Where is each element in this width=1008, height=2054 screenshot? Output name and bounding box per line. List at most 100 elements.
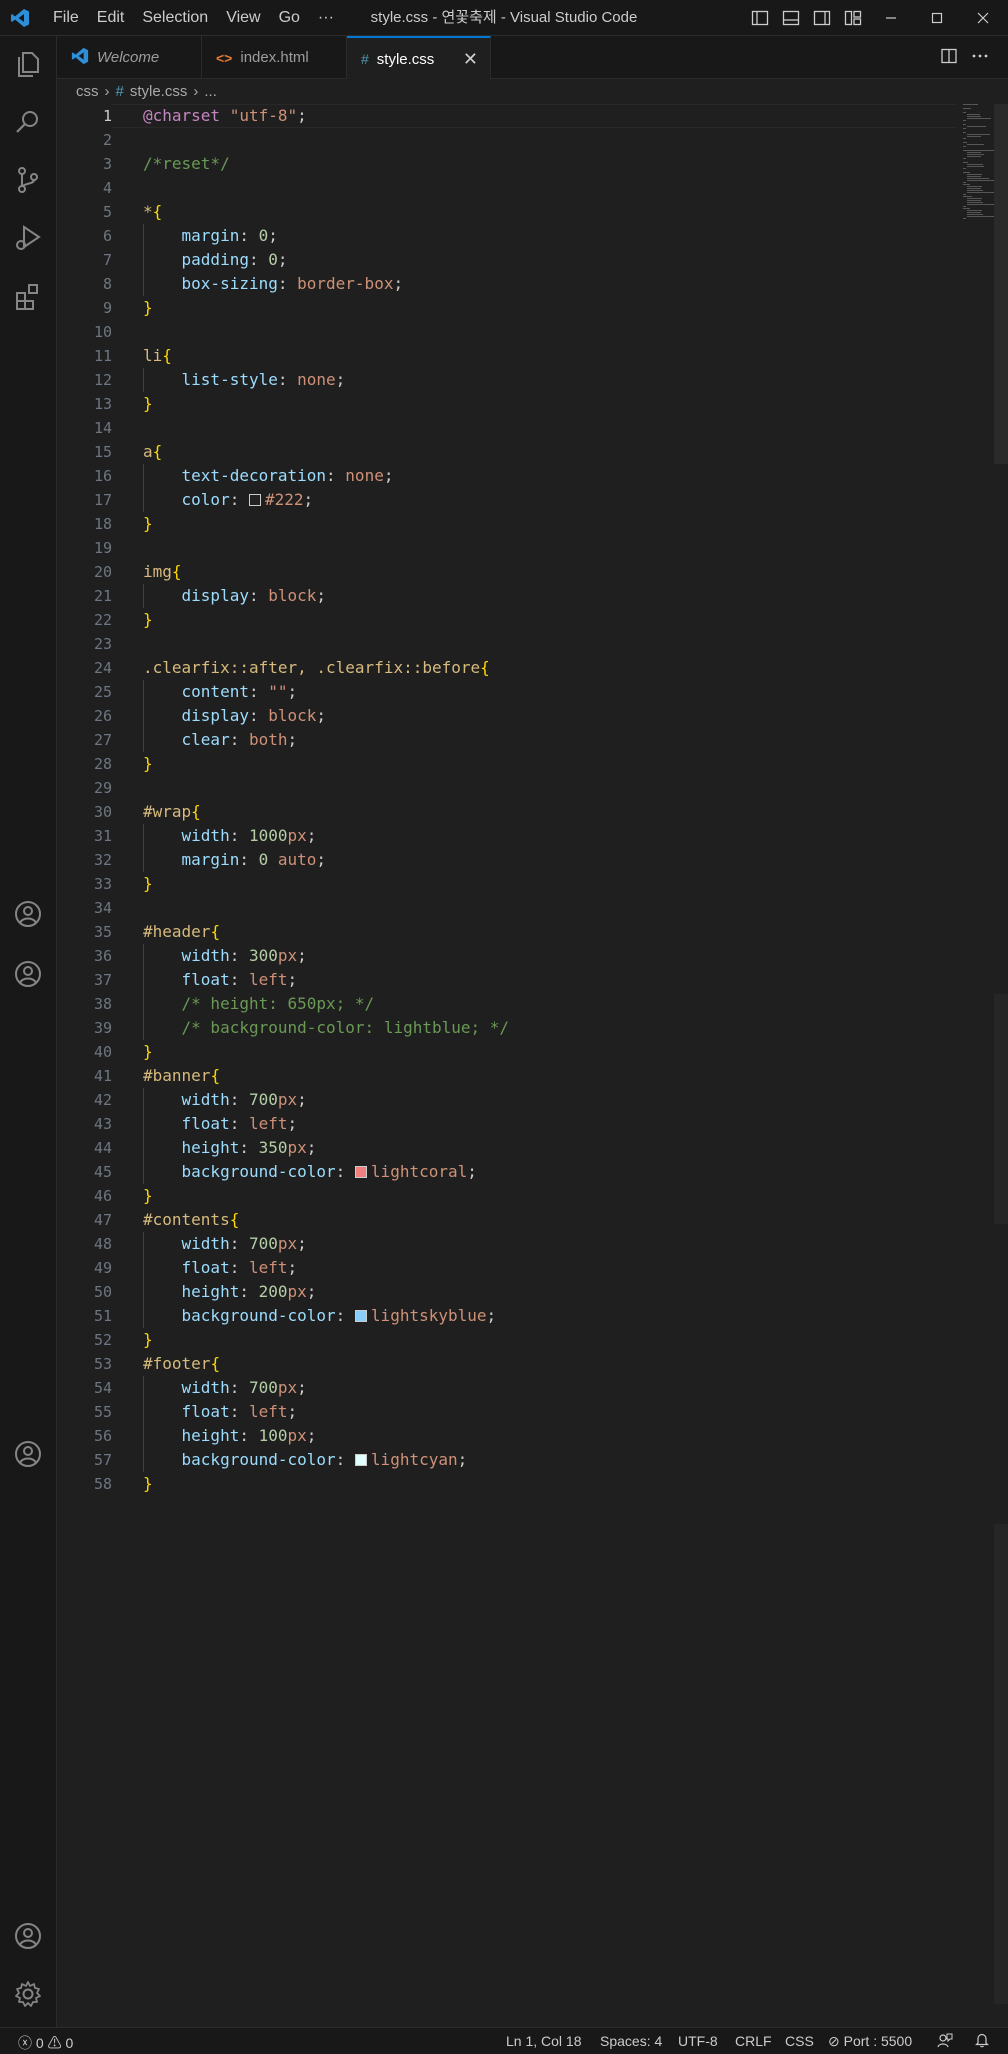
code-line[interactable]: #footer{	[143, 1352, 943, 1376]
code-line[interactable]	[143, 632, 943, 656]
code-line[interactable]: float: left;	[143, 1112, 943, 1136]
code-line[interactable]	[143, 776, 943, 800]
menu-view[interactable]: View	[217, 9, 269, 27]
code-line[interactable]: img{	[143, 560, 943, 584]
code-line[interactable]: padding: 0;	[143, 248, 943, 272]
account-icon-2[interactable]	[12, 958, 44, 990]
account-icon[interactable]	[12, 898, 44, 930]
menu-go[interactable]: Go	[270, 9, 309, 27]
code-line[interactable]: #header{	[143, 920, 943, 944]
customize-layout-icon[interactable]	[843, 8, 863, 28]
color-swatch[interactable]	[354, 1454, 367, 1466]
feedback-icon[interactable]	[937, 2032, 953, 2051]
code-line[interactable]	[143, 536, 943, 560]
code-line[interactable]: content: "";	[143, 680, 943, 704]
code-line[interactable]: }	[143, 1184, 943, 1208]
breadcrumb-file[interactable]: style.css	[130, 83, 188, 100]
code-area[interactable]: @charset "utf-8";/*reset*/*{ margin: 0; …	[143, 104, 943, 1496]
code-line[interactable]: *{	[143, 200, 943, 224]
tab-style-css[interactable]: # style.css ✕	[347, 36, 491, 80]
code-line[interactable]: height: 200px;	[143, 1280, 943, 1304]
close-window-icon[interactable]	[973, 8, 993, 28]
code-line[interactable]: }	[143, 1328, 943, 1352]
source-control-icon[interactable]	[12, 164, 44, 196]
code-line[interactable]: display: block;	[143, 584, 943, 608]
code-line[interactable]: clear: both;	[143, 728, 943, 752]
maximize-icon[interactable]	[927, 8, 947, 28]
cursor-position[interactable]: Ln 1, Col 18	[506, 2033, 582, 2049]
split-editor-icon[interactable]	[939, 46, 959, 66]
code-line[interactable]: display: block;	[143, 704, 943, 728]
code-line[interactable]: margin: 0;	[143, 224, 943, 248]
tab-index-html[interactable]: <> index.html	[202, 36, 347, 79]
code-line[interactable]: float: left;	[143, 1256, 943, 1280]
line-ending[interactable]: CRLF	[735, 2033, 772, 2049]
vertical-scrollbar[interactable]	[994, 104, 1008, 2027]
code-line[interactable]: li{	[143, 344, 943, 368]
code-line[interactable]: }	[143, 296, 943, 320]
toggle-primary-sidebar-icon[interactable]	[750, 8, 770, 28]
manage-gear-icon[interactable]	[12, 1978, 44, 2010]
code-line[interactable]: background-color: lightskyblue;	[143, 1304, 943, 1328]
extensions-icon[interactable]	[12, 280, 44, 312]
accounts-icon[interactable]	[12, 1920, 44, 1952]
encoding[interactable]: UTF-8	[678, 2033, 718, 2049]
code-line[interactable]: background-color: lightcyan;	[143, 1448, 943, 1472]
run-debug-icon[interactable]	[12, 222, 44, 254]
close-icon[interactable]: ✕	[463, 49, 478, 70]
color-swatch[interactable]	[354, 1166, 367, 1178]
code-line[interactable]: }	[143, 608, 943, 632]
breadcrumb-symbol[interactable]: ...	[204, 83, 217, 100]
code-line[interactable]: box-sizing: border-box;	[143, 272, 943, 296]
code-line[interactable]: margin: 0 auto;	[143, 848, 943, 872]
code-line[interactable]	[143, 416, 943, 440]
scrollbar-thumb[interactable]	[994, 104, 1008, 464]
breadcrumb-folder[interactable]: css	[76, 83, 99, 100]
code-line[interactable]: float: left;	[143, 1400, 943, 1424]
code-line[interactable]: .clearfix::after, .clearfix::before{	[143, 656, 943, 680]
color-swatch[interactable]	[354, 1310, 367, 1322]
problems-indicator[interactable]: ⓧ 0 ⚠ 0	[18, 2033, 73, 2053]
more-actions-icon[interactable]	[970, 46, 990, 66]
code-line[interactable]: }	[143, 872, 943, 896]
menu-more[interactable]: ···	[309, 9, 343, 27]
code-line[interactable]	[143, 176, 943, 200]
color-swatch[interactable]	[248, 494, 261, 506]
code-line[interactable]: }	[143, 512, 943, 536]
code-line[interactable]: text-decoration: none;	[143, 464, 943, 488]
code-line[interactable]: width: 700px;	[143, 1088, 943, 1112]
code-line[interactable]: /* background-color: lightblue; */	[143, 1016, 943, 1040]
code-line[interactable]: }	[143, 392, 943, 416]
code-line[interactable]: }	[143, 1472, 943, 1496]
code-line[interactable]: list-style: none;	[143, 368, 943, 392]
code-line[interactable]: width: 700px;	[143, 1232, 943, 1256]
explorer-icon[interactable]	[12, 48, 44, 80]
code-line[interactable]: #banner{	[143, 1064, 943, 1088]
account-icon-3[interactable]	[12, 1438, 44, 1470]
code-line[interactable]	[143, 128, 943, 152]
menu-selection[interactable]: Selection	[133, 9, 217, 27]
code-line[interactable]: height: 350px;	[143, 1136, 943, 1160]
code-line[interactable]: a{	[143, 440, 943, 464]
code-line[interactable]: background-color: lightcoral;	[143, 1160, 943, 1184]
code-line[interactable]: width: 1000px;	[143, 824, 943, 848]
code-line[interactable]: height: 100px;	[143, 1424, 943, 1448]
code-line[interactable]: }	[143, 1040, 943, 1064]
search-icon[interactable]	[12, 106, 44, 138]
code-line[interactable]: /*reset*/	[143, 152, 943, 176]
code-line[interactable]	[143, 320, 943, 344]
live-server-port[interactable]: ⊘ Port : 5500	[828, 2033, 912, 2050]
code-line[interactable]: }	[143, 752, 943, 776]
code-line[interactable]: #wrap{	[143, 800, 943, 824]
code-line[interactable]: width: 700px;	[143, 1376, 943, 1400]
code-editor[interactable]: 1 2 3 4 5 6 7 8 9 10 11 12 13 14 15 16 17 18 19 20 21 22 23 24 2…	[57, 104, 1008, 2027]
code-line[interactable]: float: left;	[143, 968, 943, 992]
notifications-bell-icon[interactable]	[974, 2032, 990, 2051]
toggle-secondary-sidebar-icon[interactable]	[812, 8, 832, 28]
minimize-icon[interactable]	[881, 8, 901, 28]
language-mode[interactable]: CSS	[785, 2033, 814, 2049]
indentation[interactable]: Spaces: 4	[600, 2033, 662, 2049]
code-line[interactable]: #contents{	[143, 1208, 943, 1232]
code-line[interactable]: width: 300px;	[143, 944, 943, 968]
toggle-panel-icon[interactable]	[781, 8, 801, 28]
